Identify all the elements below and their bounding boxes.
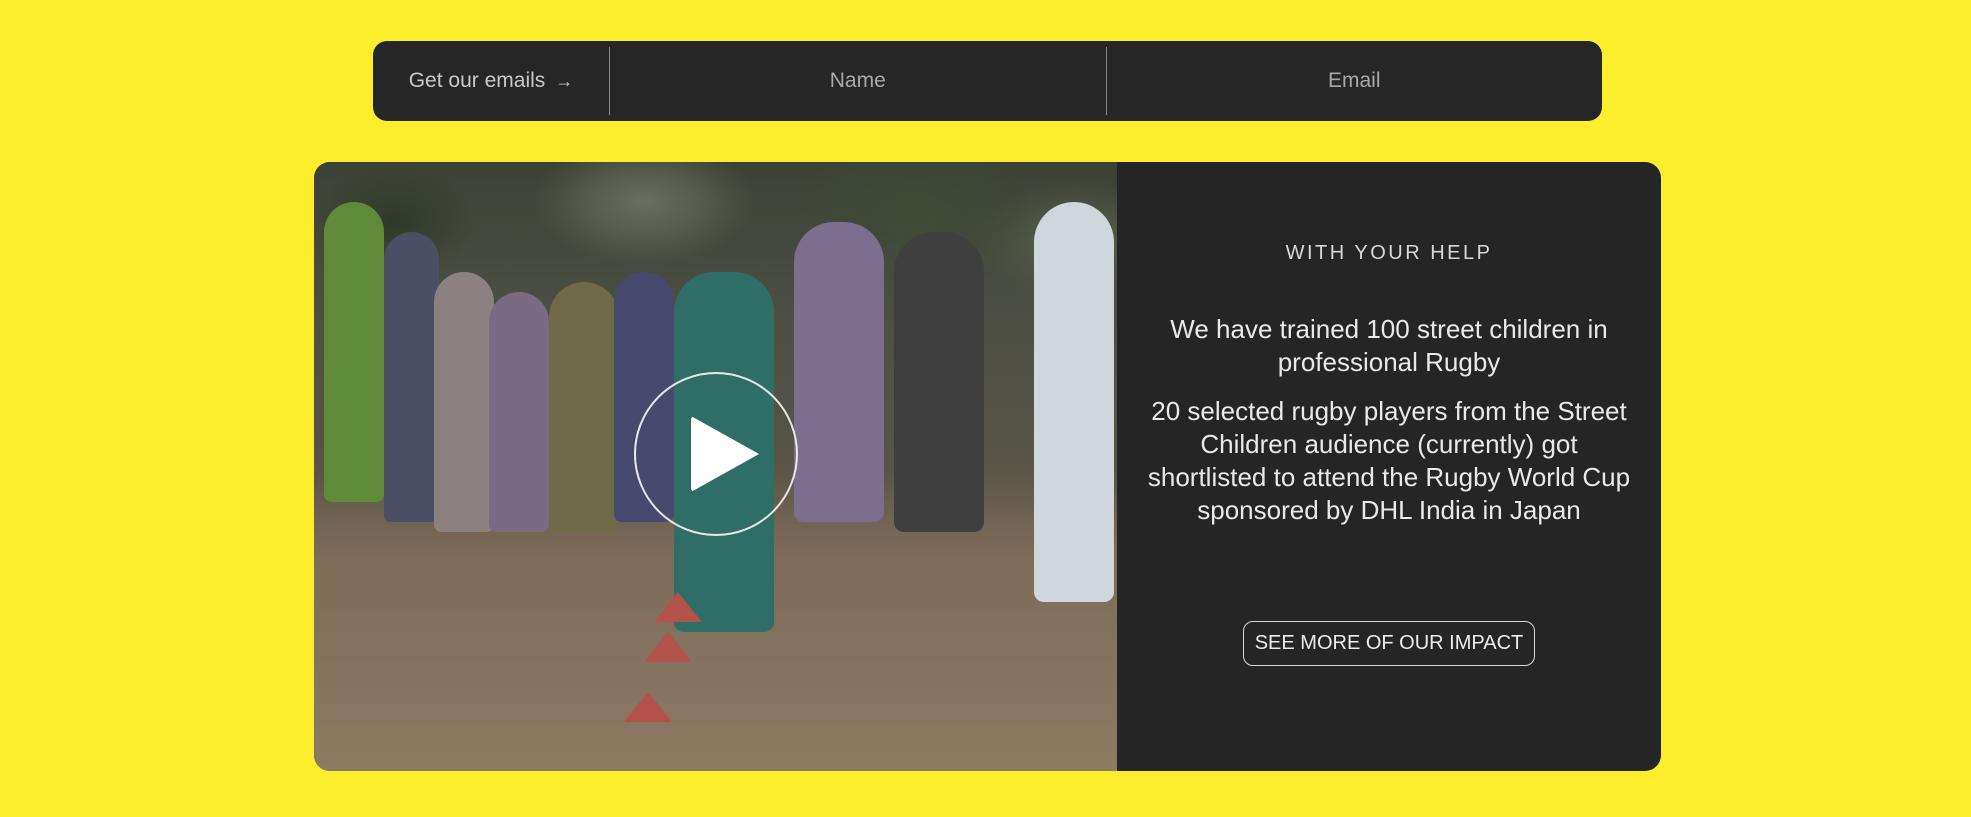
child-figure [489, 292, 549, 532]
child-figure [324, 202, 384, 502]
child-figure [384, 232, 439, 522]
impact-stat-trained: We have trained 100 street children in p… [1170, 314, 1608, 377]
training-cone [654, 592, 702, 622]
video-thumbnail[interactable] [314, 162, 1117, 771]
impact-stat-shortlisted: 20 selected rugby players from the Stree… [1147, 396, 1631, 525]
child-figure [794, 222, 884, 522]
get-emails-label: Get our emails [408, 69, 546, 92]
impact-card: WITH YOUR HELP We have trained 100 stree… [314, 162, 1661, 771]
arrow-right-icon: → [555, 70, 574, 91]
email-signup-bar: Get our emails → [373, 41, 1602, 121]
training-cone [644, 632, 692, 662]
play-icon [691, 416, 759, 492]
see-more-impact-button[interactable]: SEE MORE OF OUR IMPACT [1242, 621, 1536, 666]
impact-panel: WITH YOUR HELP We have trained 100 stree… [1117, 162, 1661, 771]
child-figure [1034, 202, 1114, 602]
child-figure [549, 282, 619, 532]
child-figure [894, 232, 984, 532]
impact-eyebrow: WITH YOUR HELP [1285, 242, 1493, 264]
training-cone [624, 692, 672, 722]
name-input[interactable] [610, 47, 1107, 115]
play-button[interactable] [634, 372, 798, 536]
email-input[interactable] [1106, 47, 1602, 115]
get-emails-button[interactable]: Get our emails → [373, 47, 610, 115]
child-figure [434, 272, 494, 532]
